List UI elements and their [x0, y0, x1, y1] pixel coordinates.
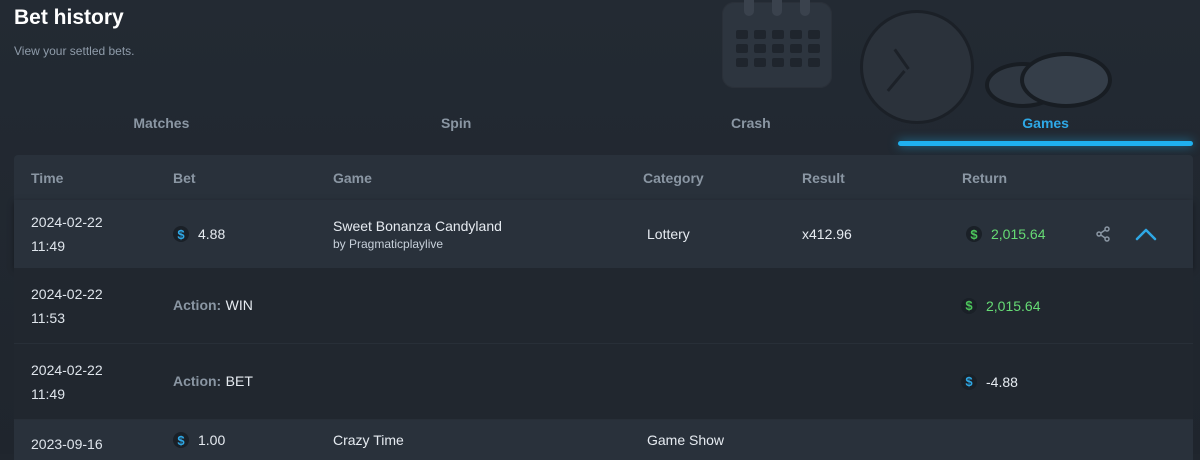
bet-amount-cell: $ 4.88 — [173, 226, 333, 242]
action-amount: 2,015.64 — [986, 297, 1041, 314]
game-name: Crazy Time — [333, 432, 404, 448]
action-cell: Action: WIN — [173, 297, 802, 315]
category-cell: Lottery — [647, 226, 690, 242]
dollar-icon: $ — [173, 432, 189, 448]
page-title: Bet history — [14, 6, 124, 29]
action-amount-cell: $ -4.88 — [961, 373, 1121, 390]
action-time-cell: 2024-02-22 11:53 — [14, 282, 173, 330]
chevron-up-icon[interactable] — [1134, 224, 1158, 244]
dollar-icon: $ — [966, 226, 982, 242]
category-cell: Game Show — [647, 432, 725, 448]
calendar-illustration-icon — [722, 0, 832, 88]
action-date: 2024-02-22 — [31, 285, 103, 302]
table-row: 2024-02-22 11:49 Action: BET $ -4.88 — [14, 344, 1193, 420]
action-time: 11:49 — [31, 385, 65, 402]
action-time-cell: 2024-02-22 11:49 — [14, 358, 173, 406]
action-cell: Action: BET — [173, 373, 802, 391]
tab-games[interactable]: Games — [898, 112, 1193, 146]
tab-matches[interactable]: Matches — [14, 112, 309, 146]
tab-crash[interactable]: Crash — [604, 112, 899, 146]
bet-date: 2024-02-22 — [31, 214, 103, 230]
bet-time-cell: 2024-02-22 11:49 — [14, 210, 173, 258]
action-value: WIN — [225, 296, 253, 313]
bet-date: 2023-09-16 — [31, 436, 103, 452]
column-header-category: Category — [643, 169, 704, 186]
column-header-return: Return — [962, 169, 1008, 186]
table-row: 2024-02-22 11:53 Action: WIN $ 2,015.64 — [14, 268, 1193, 344]
action-amount-cell: $ 2,015.64 — [961, 297, 1121, 314]
table-header: Time Bet Game Category Result Return — [14, 155, 1193, 200]
dollar-icon: $ — [961, 297, 977, 314]
dollar-icon: $ — [173, 226, 189, 242]
game-provider: by Pragmaticplaylive — [333, 236, 444, 251]
column-header-game: Game — [333, 169, 372, 186]
row-actions — [1093, 224, 1158, 244]
column-header-time: Time — [31, 169, 64, 186]
clock-illustration-icon — [860, 10, 974, 124]
result-cell: x412.96 — [802, 226, 852, 242]
bet-amount: 1.00 — [198, 432, 226, 448]
action-value: BET — [225, 372, 253, 389]
column-header-bet: Bet — [173, 169, 196, 186]
tab-bar: Matches Spin Crash Games — [14, 112, 1193, 146]
table-row[interactable]: 2023-09-16 $ 1.00 Crazy Time Game Show — [14, 420, 1193, 460]
bet-amount: 4.88 — [198, 226, 226, 242]
return-cell: $ 2,015.64 — [962, 226, 1093, 242]
dollar-icon: $ — [961, 373, 977, 390]
page-subtitle: View your settled bets. — [14, 44, 135, 58]
bet-history-table: Time Bet Game Category Result Return 202… — [14, 155, 1193, 460]
table-row[interactable]: 2024-02-22 11:49 $ 4.88 Sweet Bonanza Ca… — [14, 200, 1193, 268]
bet-amount-cell: $ 1.00 — [173, 432, 333, 448]
action-date: 2024-02-22 — [31, 361, 103, 378]
coin-illustration-icon — [1020, 52, 1112, 108]
bet-time: 11:49 — [31, 238, 65, 254]
share-icon[interactable] — [1093, 224, 1113, 244]
action-time: 11:53 — [31, 309, 65, 326]
return-amount: 2,015.64 — [991, 226, 1046, 242]
action-label: Action: — [173, 372, 222, 389]
tab-spin[interactable]: Spin — [309, 112, 604, 146]
game-cell: Sweet Bonanza Candyland by Pragmaticplay… — [333, 218, 643, 251]
column-header-result: Result — [802, 169, 845, 186]
action-amount: -4.88 — [986, 373, 1018, 390]
action-label: Action: — [173, 296, 222, 313]
game-name: Sweet Bonanza Candyland — [333, 217, 502, 234]
